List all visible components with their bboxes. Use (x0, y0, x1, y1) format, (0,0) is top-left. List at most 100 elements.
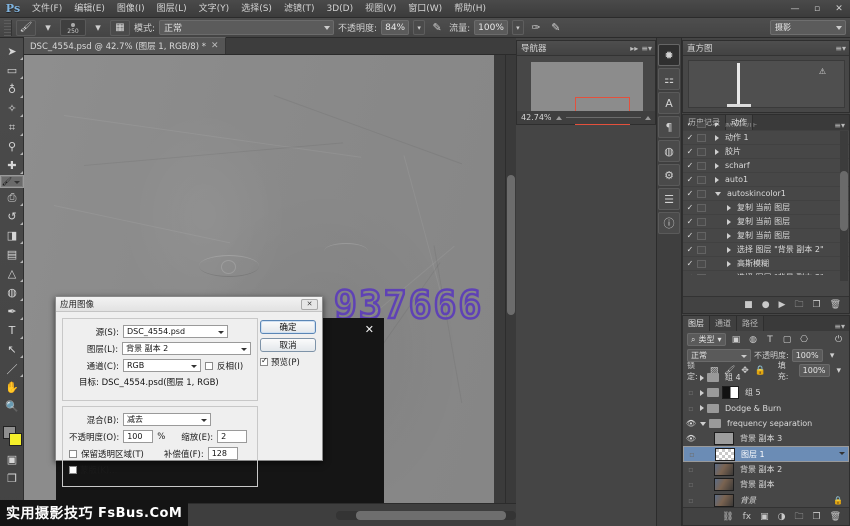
chevron-right-icon[interactable] (715, 177, 719, 183)
new-group-icon[interactable]: 🗀 (794, 509, 803, 525)
eye-icon[interactable]: ▫ (686, 450, 698, 459)
menu-file[interactable]: 文件(F) (26, 0, 68, 18)
action-dialog-toggle[interactable] (697, 134, 706, 142)
properties-panel-icon[interactable]: ☰ (658, 188, 680, 210)
stop-icon[interactable]: ■ (744, 300, 753, 310)
pressure-size-icon[interactable]: ✎ (548, 20, 564, 36)
workspace-select[interactable]: 摄影 (770, 20, 846, 35)
new-action-icon[interactable]: ❐ (812, 300, 820, 310)
menu-view[interactable]: 视图(V) (359, 0, 402, 18)
action-enabled-check[interactable]: ✓ (685, 161, 695, 170)
layer-thumbnail[interactable] (715, 448, 735, 461)
airbrush-icon[interactable]: ✑ (528, 20, 544, 36)
action-row[interactable]: ✓auto1 (683, 173, 849, 187)
fx-icon[interactable]: fx (743, 512, 752, 522)
color-panel-icon[interactable]: ◍ (658, 140, 680, 162)
eyedropper-tool[interactable]: ⚲ (0, 137, 24, 156)
layer-row[interactable]: ▫背景 副本 2 (683, 462, 849, 477)
quick-mask-icon[interactable]: ▣ (0, 450, 24, 469)
source-select[interactable]: DSC_4554.psd (123, 325, 228, 338)
eye-icon[interactable]: ▫ (685, 373, 697, 382)
brush-tool-icon[interactable]: 🖌 (16, 20, 36, 36)
minimize-button[interactable]: — (784, 0, 806, 18)
action-dialog-toggle[interactable] (697, 218, 706, 226)
dialog-close-icon[interactable]: ✕ (301, 299, 318, 310)
blur-tool[interactable]: △ (0, 264, 24, 283)
clone-stamp-tool[interactable]: ⎙ (0, 188, 24, 207)
layer-filter-select[interactable]: ⌕ 类型 ▾ (687, 333, 726, 346)
navigator-zoom-slider[interactable] (566, 117, 641, 118)
action-dialog-toggle[interactable] (697, 148, 706, 156)
chevron-right-icon[interactable] (715, 163, 719, 169)
action-dialog-toggle[interactable] (697, 190, 706, 198)
layers-list[interactable]: ▫组 4▫组 5▫Dodge & Burn👁frequency separati… (683, 370, 849, 508)
menu-window[interactable]: 窗口(W) (402, 0, 448, 18)
brush-panel-toggle-icon[interactable]: ▦ (110, 20, 130, 36)
play-icon[interactable]: ▶ (779, 300, 786, 310)
path-selection-tool[interactable]: ↖ (0, 340, 24, 359)
layer-opacity-input[interactable]: 100% (792, 349, 823, 362)
canvas-horizontal-scrollbar[interactable] (336, 511, 516, 520)
flow-input[interactable]: 100% (474, 20, 508, 35)
lasso-tool[interactable]: ♁ (0, 80, 24, 99)
menu-help[interactable]: 帮助(H) (448, 0, 492, 18)
layer-blend-mode-select[interactable]: 正常 (687, 349, 751, 362)
zoom-out-icon[interactable] (556, 116, 562, 120)
chevron-right-icon[interactable] (727, 247, 731, 253)
action-row[interactable]: ✓选择 图层 "背景 副本 2" (683, 243, 849, 257)
marquee-tool[interactable]: ▭ (0, 61, 24, 80)
action-enabled-check[interactable]: ✓ (685, 231, 695, 240)
layer-thumbnail[interactable] (714, 494, 734, 507)
dialog-title-bar[interactable]: 应用图像 ✕ (56, 297, 322, 312)
zoom-in-icon[interactable] (645, 116, 651, 120)
chevron-right-icon[interactable] (700, 405, 704, 411)
chevron-right-icon[interactable] (727, 205, 731, 211)
chevron-right-icon[interactable] (715, 149, 719, 155)
chevron-right-icon[interactable] (727, 261, 731, 267)
action-enabled-check[interactable]: ✓ (685, 175, 695, 184)
menu-3d[interactable]: 3D(D) (320, 0, 359, 18)
opacity-input[interactable]: 84% (381, 20, 409, 35)
mask-icon[interactable]: ▣ (760, 512, 769, 522)
menu-image[interactable]: 图像(I) (111, 0, 151, 18)
move-tool[interactable]: ➤ (0, 42, 24, 61)
eye-icon[interactable]: ▫ (685, 496, 697, 505)
gradient-tool[interactable]: ▤ (0, 245, 24, 264)
chevron-right-icon[interactable] (700, 375, 704, 381)
shape-filter-icon[interactable]: ▢ (781, 333, 794, 346)
background-color-swatch[interactable] (9, 433, 22, 446)
histogram-menu-icon[interactable]: ≡▾ (835, 44, 849, 53)
eye-icon[interactable]: ▫ (685, 388, 697, 397)
layer-thumbnail[interactable] (714, 478, 734, 491)
chevron-down-icon[interactable] (700, 422, 706, 426)
action-enabled-check[interactable]: ✓ (685, 245, 695, 254)
shape-tool[interactable]: ／ (0, 359, 24, 378)
histogram-cache-warning-icon[interactable]: ⚠ (819, 67, 826, 76)
crop-tool[interactable]: ⌗ (0, 118, 24, 137)
channel-select[interactable]: RGB (123, 359, 201, 372)
brush-chevron-down-icon[interactable]: ▾ (90, 20, 106, 36)
dialog-opacity-input[interactable]: 100 (123, 430, 153, 443)
action-dialog-toggle[interactable] (697, 176, 706, 184)
actions-list[interactable]: ✓默认动作✓动作 1✓胶片✓scharf✓auto1✓autoskincolor… (683, 123, 849, 275)
action-dialog-toggle[interactable] (697, 274, 706, 276)
layer-mask-thumbnail[interactable] (722, 386, 739, 399)
action-row[interactable]: ✓高斯模糊 (683, 257, 849, 271)
action-enabled-check[interactable]: ✓ (685, 189, 695, 198)
quick-selection-tool[interactable]: ✧ (0, 99, 24, 118)
type-tool[interactable]: T (0, 321, 24, 340)
opacity-stepper[interactable]: ▾ (413, 20, 425, 35)
action-row[interactable]: ✓胶片 (683, 145, 849, 159)
ok-button[interactable]: 确定 (260, 320, 316, 334)
chevron-right-icon[interactable] (715, 123, 719, 127)
navigator-zoom-value[interactable]: 42.74% (521, 113, 552, 122)
offset-input[interactable]: 128 (208, 447, 238, 460)
color-swatches[interactable] (0, 424, 24, 450)
layers-menu-icon[interactable]: ≡▾ (834, 322, 849, 331)
pixel-filter-icon[interactable]: ▣ (730, 333, 743, 346)
mask-checkbox[interactable] (69, 466, 77, 474)
hand-tool[interactable]: ✋ (0, 378, 24, 397)
chevron-right-icon[interactable] (715, 135, 719, 141)
action-dialog-toggle[interactable] (697, 204, 706, 212)
layer-row[interactable]: ▫图层 1 (683, 446, 849, 461)
